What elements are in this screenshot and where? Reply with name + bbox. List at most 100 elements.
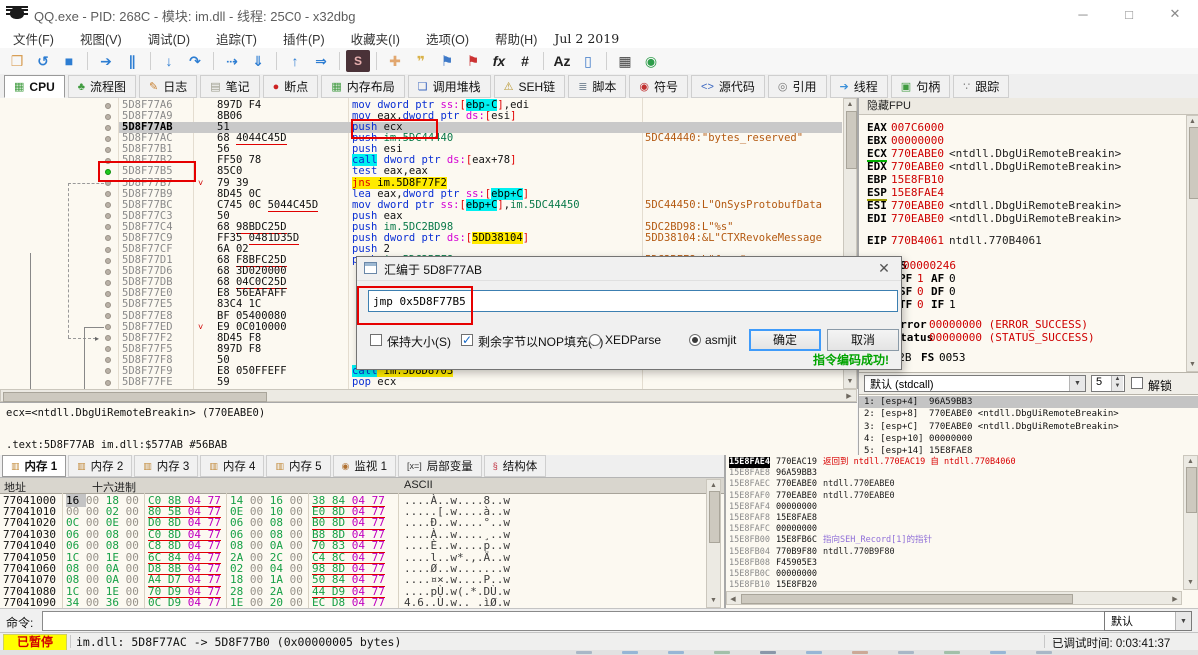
argument-row[interactable]: 5: [esp+14] 15E8FAE8: [859, 445, 1198, 455]
dialog-close-icon[interactable]: ✕: [875, 260, 893, 277]
arguments-view[interactable]: 1: [esp+4] 96A59BB3 2: [esp+8] 770EABE0 <…: [859, 394, 1198, 455]
dump-vscrollbar[interactable]: ▲ ▼: [706, 479, 721, 608]
stack-row[interactable]: 15E8FAFC 00000000: [726, 524, 1198, 535]
tab-notes[interactable]: ▤ 笔记: [200, 75, 260, 98]
tab-call-stack[interactable]: ❏ 调用堆栈: [407, 75, 491, 98]
calling-convention-select[interactable]: 默认 (stdcall) ▼: [864, 375, 1086, 392]
execute-till-return-button[interactable]: ↑: [283, 50, 307, 72]
tab-cpu[interactable]: ▦ CPU: [4, 75, 65, 98]
s-badge-button[interactable]: S: [346, 50, 370, 72]
arg-count-spinner[interactable]: 5 ▲ ▼: [1091, 375, 1125, 392]
stack-vscrollbar[interactable]: ▲ ▼: [1183, 455, 1198, 590]
tab-handles[interactable]: ▣ 句柄: [890, 75, 951, 98]
register-row[interactable]: EDX 770EABE0 <ntdll.DbgUiRemoteBreakin>: [859, 160, 1198, 173]
stack-hscrollbar[interactable]: ◀ ▶: [726, 591, 1182, 605]
tab-log[interactable]: ✎ 日志: [138, 75, 198, 98]
instruction-dot-icon[interactable]: [105, 290, 111, 297]
register-row[interactable]: ECX 770EABE0 <ntdll.DbgUiRemoteBreakin>: [859, 147, 1198, 162]
stack-row[interactable]: 15E8FB04 770B9F80 ntdll.770B9F80: [726, 547, 1198, 558]
step-over-button[interactable]: ↷: [183, 50, 207, 72]
register-row[interactable]: ESI 770EABE0 <ntdll.DbgUiRemoteBreakin>: [859, 199, 1198, 212]
dump-pane[interactable]: ▥ 内存 1 ▥ 内存 2 ▥ 内存 3 ▥ 内存 4 ▥ 内存 5 ◉ 监视 1 [x=] 局部变量 § 结…: [0, 455, 725, 608]
registers-vscrollbar[interactable]: ▲ ▼: [1186, 115, 1198, 372]
register-row[interactable]: EBP 15E8FB10: [859, 173, 1198, 186]
register-row[interactable]: ESP 15E8FAE4: [859, 186, 1198, 201]
az-strings-button[interactable]: Aᴢ: [550, 50, 574, 72]
minimize-button[interactable]: ─: [1060, 0, 1106, 28]
keep-size-checkbox[interactable]: [370, 334, 382, 346]
register-row-eip[interactable]: EIP 770B4061 ntdll.770B4061: [859, 234, 1198, 247]
stack-row[interactable]: 15E8FAE8 96A59BB3: [726, 468, 1198, 479]
dump-row[interactable]: 77041090 34 00 36 00 0C D9 04 77 1E 00 20 0…: [0, 597, 724, 608]
close-button[interactable]: ✕: [1152, 0, 1198, 28]
instruction-dot-icon[interactable]: [105, 102, 111, 109]
menu-item[interactable]: 追踪(T): [203, 29, 270, 48]
tab-symbols[interactable]: ◉ 符号: [629, 75, 689, 98]
argument-row[interactable]: 1: [esp+4] 96A59BB3: [859, 396, 1198, 409]
hash-analysis-button[interactable]: #: [513, 50, 537, 72]
stack-row[interactable]: 15E8FAE4 770EAC19 返回到 ntdll.770EAC19 自 ntd…: [726, 457, 1198, 468]
register-row[interactable]: EDI 770EABE0 <ntdll.DbgUiRemoteBreakin>: [859, 212, 1198, 225]
tab-dump1[interactable]: ▥ 内存 1: [2, 455, 67, 477]
step-into-button[interactable]: ↓: [157, 50, 181, 72]
tab-locals[interactable]: [x=] 局部变量: [398, 455, 482, 477]
command-profile-select[interactable]: 默认 ▼: [1104, 611, 1192, 631]
instruction-dot-icon[interactable]: [105, 113, 111, 120]
menu-item[interactable]: 插件(P): [270, 29, 338, 48]
instruction-dot-icon[interactable]: [105, 335, 111, 342]
stack-row[interactable]: 15E8FAF0 770EABE0 ntdll.770EABE0: [726, 491, 1198, 502]
stack-row[interactable]: 15E8FB08 F45905E3: [726, 558, 1198, 569]
label-button[interactable]: ⚑: [435, 50, 459, 72]
instruction-dot-icon[interactable]: [105, 301, 111, 308]
run-to-user-code-button[interactable]: ⇒: [309, 50, 333, 72]
menu-item[interactable]: 视图(V): [67, 29, 135, 48]
instruction-dot-icon[interactable]: [105, 368, 111, 375]
assemble-instruction-input[interactable]: [368, 290, 898, 312]
pause-button[interactable]: ∥: [120, 50, 144, 72]
tab-seh-chain[interactable]: ⚠ SEH链: [493, 75, 566, 98]
argument-row[interactable]: 4: [esp+10] 00000000: [859, 433, 1198, 445]
instruction-dot-icon[interactable]: [105, 324, 111, 331]
device-button[interactable]: ▯: [576, 50, 600, 72]
instruction-dot-icon[interactable]: [105, 180, 111, 187]
register-row[interactable]: EBX 00000000: [859, 134, 1198, 147]
stop-button[interactable]: ■: [57, 50, 81, 72]
globe-button[interactable]: ◉: [639, 50, 663, 72]
instruction-dot-icon[interactable]: [105, 213, 111, 220]
instruction-dot-icon[interactable]: [105, 191, 111, 198]
tab-watch1[interactable]: ◉ 监视 1: [332, 455, 396, 477]
stack-row[interactable]: 15E8FB10 15E8FB20: [726, 580, 1198, 591]
stack-row[interactable]: 15E8FB00 15E8FB6C 指向SEH_Record[1]的指针: [726, 535, 1198, 546]
tab-breakpoints[interactable]: ● 断点: [262, 75, 319, 98]
tab-trace[interactable]: ∵ 跟踪: [953, 75, 1010, 98]
unlock-checkbox[interactable]: [1131, 377, 1143, 389]
hide-fpu-header[interactable]: 隐藏FPU: [859, 98, 1198, 115]
trace-over-button[interactable]: ⇓: [246, 50, 270, 72]
instruction-dot-icon[interactable]: [105, 246, 111, 253]
tab-dump2[interactable]: ▥ 内存 2: [68, 455, 133, 477]
stack-pane[interactable]: 15E8FAE4 770EAC19 返回到 ntdll.770EAC19 自 ntd…: [725, 455, 1198, 608]
disasm-row[interactable]: 5D8F77FE 59 pop ecx: [0, 377, 857, 388]
instruction-dot-icon[interactable]: [105, 157, 111, 164]
trace-into-button[interactable]: ⇢: [220, 50, 244, 72]
comment-button[interactable]: ❞: [409, 50, 433, 72]
stack-row[interactable]: 15E8FAF8 15E8FAE8: [726, 513, 1198, 524]
register-row[interactable]: EAX 007C6000: [859, 121, 1198, 134]
run-button[interactable]: ➔: [94, 50, 118, 72]
instruction-dot-icon[interactable]: [105, 279, 111, 286]
instruction-dot-icon[interactable]: [105, 124, 111, 131]
tab-dump4[interactable]: ▥ 内存 4: [200, 455, 265, 477]
instruction-dot-icon[interactable]: [105, 357, 111, 364]
open-file-button[interactable]: ❒: [5, 50, 29, 72]
instruction-dot-icon[interactable]: [105, 346, 111, 353]
registers-pane[interactable]: 隐藏FPU EAX 007C6000 EBX 00000000 ECX 770EABE0 <…: [858, 98, 1198, 455]
tab-references[interactable]: ◎ 引用: [767, 75, 827, 98]
tab-dump3[interactable]: ▥ 内存 3: [134, 455, 199, 477]
restart-button[interactable]: ↺: [31, 50, 55, 72]
calculator-button[interactable]: ▦: [613, 50, 637, 72]
tab-dump5[interactable]: ▥ 内存 5: [266, 455, 331, 477]
stack-row[interactable]: 15E8FB0C 00000000: [726, 569, 1198, 580]
function-analysis-button[interactable]: fx: [487, 50, 511, 72]
menu-item[interactable]: 调试(D): [135, 29, 203, 48]
menu-item[interactable]: 收藏夹(I): [338, 29, 413, 48]
